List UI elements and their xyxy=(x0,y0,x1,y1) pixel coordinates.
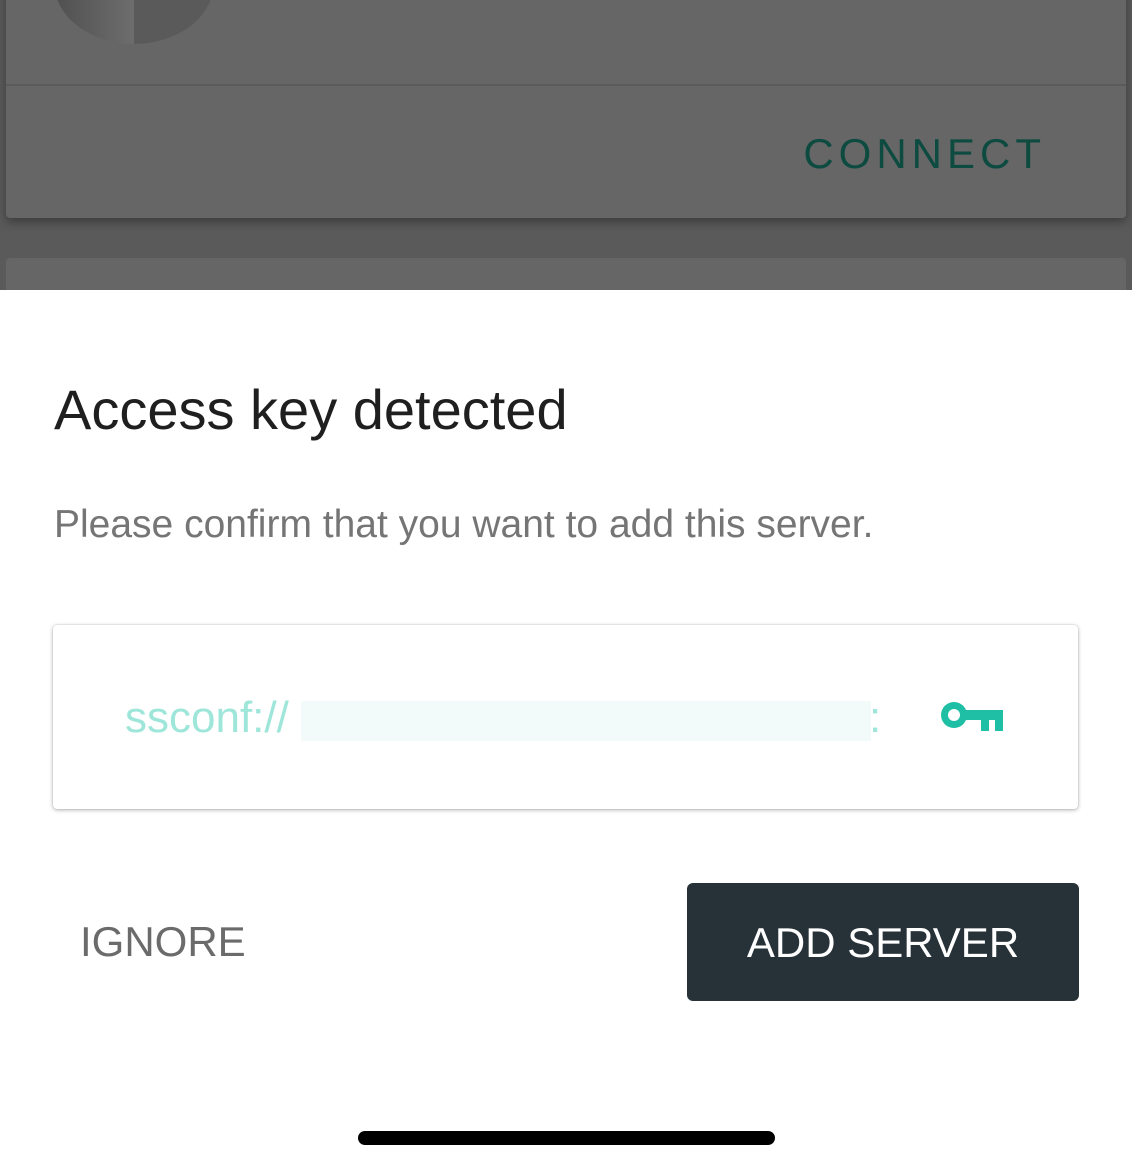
background-app: CONNECT xyxy=(0,0,1132,290)
access-key-dialog: Access key detected Please confirm that … xyxy=(0,290,1132,1170)
add-server-button[interactable]: ADD SERVER xyxy=(687,883,1079,1001)
server-card: CONNECT xyxy=(6,0,1126,218)
connect-button: CONNECT xyxy=(803,130,1046,177)
card-divider xyxy=(6,84,1126,86)
dialog-title: Access key detected xyxy=(54,378,568,441)
access-key-redacted xyxy=(301,701,871,741)
access-key-suffix: : xyxy=(869,693,882,742)
key-icon xyxy=(941,702,1003,731)
home-indicator[interactable] xyxy=(358,1131,775,1145)
access-key-prefix: ssconf:// xyxy=(125,693,289,742)
access-key-card: ssconf:// : xyxy=(53,625,1078,809)
dialog-message: Please confirm that you want to add this… xyxy=(54,503,874,546)
server-avatar xyxy=(54,0,214,44)
server-card-next xyxy=(6,258,1126,290)
ignore-button[interactable]: IGNORE xyxy=(56,890,270,994)
